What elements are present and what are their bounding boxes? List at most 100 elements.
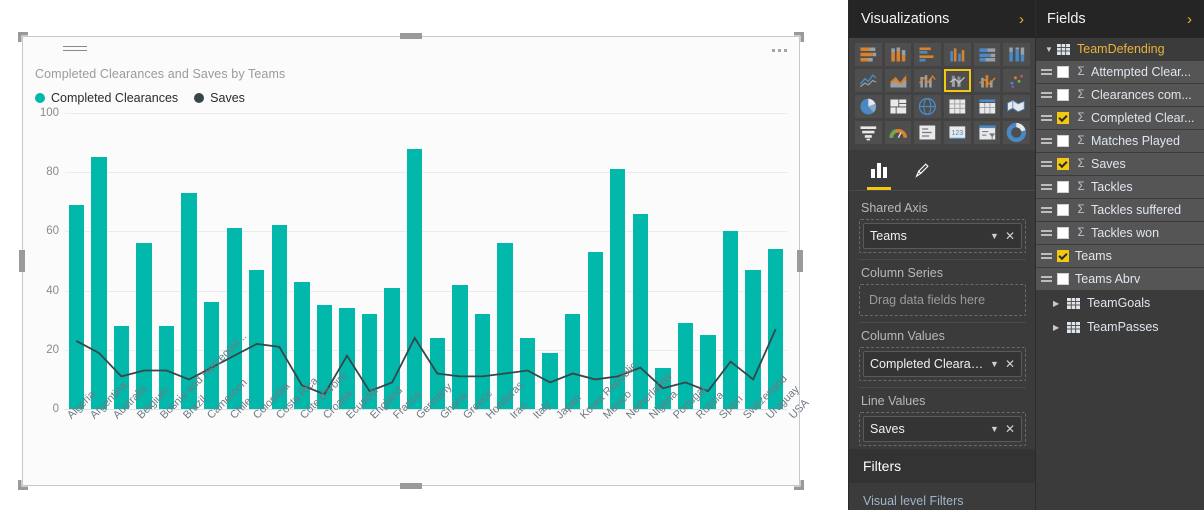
drag-handle-icon[interactable] (1041, 228, 1052, 238)
resize-handle-bottom[interactable] (400, 483, 422, 489)
field-checkbox[interactable] (1057, 135, 1069, 147)
donut-chart-icon[interactable] (1003, 121, 1030, 144)
field-item-saves[interactable]: Σ Saves (1035, 153, 1204, 175)
chevron-right-icon[interactable]: › (1019, 12, 1024, 27)
filters-section-header[interactable]: Filters (849, 449, 1036, 483)
field-checkbox[interactable] (1057, 273, 1069, 285)
stacked-bar-chart-icon[interactable] (855, 43, 882, 66)
clustered-bar-chart-icon[interactable] (914, 43, 941, 66)
visual-level-filters-row[interactable]: Visual level Filters (849, 483, 1036, 510)
field-item-teams-abrv[interactable]: Teams Abrv (1035, 268, 1204, 290)
drag-handle-icon[interactable] (1041, 136, 1052, 146)
field-item-attempted-clear[interactable]: Σ Attempted Clear... (1035, 61, 1204, 83)
tab-fields[interactable] (867, 150, 891, 190)
field-item-tackles-suffered[interactable]: Σ Tackles suffered (1035, 199, 1204, 221)
multi-row-card-icon[interactable]: 123 (943, 121, 971, 144)
field-item-teams[interactable]: Teams (1035, 245, 1204, 267)
100-stacked-bar-chart-icon[interactable] (973, 43, 1001, 66)
sigma-icon: Σ (1077, 66, 1085, 78)
chevron-down-icon[interactable]: ▼ (990, 359, 999, 369)
field-checkbox[interactable] (1057, 227, 1069, 239)
clustered-column-chart-icon[interactable] (943, 43, 971, 66)
map-icon[interactable] (914, 95, 941, 118)
stacked-area-chart-icon[interactable] (914, 69, 941, 92)
area-chart-icon[interactable] (884, 69, 912, 92)
table-name: TeamDefending (1077, 42, 1165, 56)
drag-handle-icon[interactable] (1041, 67, 1052, 77)
sigma-icon: Σ (1077, 112, 1085, 124)
visualization-type-grid[interactable]: 123 (849, 38, 1036, 150)
sigma-icon: Σ (1077, 135, 1085, 147)
field-chip-teams[interactable]: Teams ▼ ✕ (863, 223, 1022, 249)
field-chip-completed-clearances[interactable]: Completed Clearances ▼ ✕ (863, 351, 1022, 377)
well-placeholder: Drag data fields here (869, 293, 986, 307)
scatter-chart-icon[interactable] (1003, 69, 1030, 92)
line-and-clustered-column-chart-icon[interactable] (973, 69, 1001, 92)
remove-field-icon[interactable]: ✕ (1005, 357, 1015, 371)
chevron-right-icon[interactable]: ▶ (1053, 323, 1067, 332)
drag-handle-icon[interactable] (1041, 113, 1052, 123)
field-chip-saves[interactable]: Saves ▼ ✕ (863, 416, 1022, 442)
card-icon[interactable] (914, 121, 941, 144)
drag-handle-icon[interactable] (1041, 274, 1052, 284)
drag-handle-icon[interactable] (1041, 205, 1052, 215)
chevron-down-icon[interactable]: ▼ (990, 424, 999, 434)
field-item-tackles[interactable]: Σ Tackles (1035, 176, 1204, 198)
well-dropzone-shared-axis[interactable]: Teams ▼ ✕ (859, 219, 1026, 253)
field-checkbox[interactable] (1057, 89, 1069, 101)
bar-chart-icon (871, 162, 887, 178)
pie-chart-icon[interactable] (855, 95, 882, 118)
table-header-teamgoals[interactable]: ▶ TeamGoals (1035, 292, 1204, 314)
well-dropzone-line-values[interactable]: Saves ▼ ✕ (859, 412, 1026, 446)
field-item-completed-clear[interactable]: Σ Completed Clear... (1035, 107, 1204, 129)
field-wells[interactable]: Shared Axis Teams ▼ ✕ Column Series Drag data… (849, 191, 1036, 446)
field-item-tackles-won[interactable]: Σ Tackles won (1035, 222, 1204, 244)
resize-handle-top[interactable] (400, 33, 422, 39)
matrix-icon[interactable] (973, 95, 1001, 118)
treemap-icon[interactable] (884, 95, 912, 118)
filled-map-icon[interactable] (1003, 95, 1030, 118)
chevron-down-icon[interactable]: ▼ (990, 231, 999, 241)
resize-handle-right[interactable] (797, 250, 803, 272)
drag-handle-icon[interactable] (1041, 182, 1052, 192)
line-chart-icon[interactable] (855, 69, 882, 92)
visual-level-filters-label: Visual level Filters (863, 494, 964, 508)
field-checkbox[interactable] (1057, 204, 1069, 216)
funnel-icon[interactable] (855, 121, 882, 144)
report-canvas[interactable]: Completed Clearances and Saves by Teams … (0, 0, 848, 510)
field-checkbox[interactable] (1057, 112, 1069, 124)
drag-handle-icon[interactable] (1041, 251, 1052, 261)
fields-list[interactable]: ▼ TeamDefending Σ Attempted Clear... Σ Cleara… (1035, 38, 1204, 338)
visualizations-tabs (849, 150, 1036, 191)
remove-field-icon[interactable]: ✕ (1005, 229, 1015, 243)
field-item-matches-played[interactable]: Σ Matches Played (1035, 130, 1204, 152)
drag-handle-icon[interactable] (1041, 159, 1052, 169)
well-dropzone-column-values[interactable]: Completed Clearances ▼ ✕ (859, 347, 1026, 381)
chevron-right-icon[interactable]: › (1187, 12, 1192, 27)
field-chip-label: Saves (870, 422, 905, 436)
field-checkbox[interactable] (1057, 66, 1069, 78)
slicer-icon[interactable] (973, 121, 1001, 144)
stacked-column-chart-icon[interactable] (884, 43, 912, 66)
gauge-icon[interactable] (884, 121, 912, 144)
field-checkbox[interactable] (1057, 181, 1069, 193)
table-header-teamdefending[interactable]: ▼ TeamDefending (1035, 38, 1204, 60)
table-icon[interactable] (943, 95, 971, 118)
well-dropzone-column-series[interactable]: Drag data fields here (859, 284, 1026, 316)
field-checkbox[interactable] (1057, 250, 1069, 262)
drag-handle-icon[interactable] (1041, 90, 1052, 100)
tab-format[interactable] (913, 150, 930, 190)
remove-field-icon[interactable]: ✕ (1005, 422, 1015, 436)
table-icon (1067, 297, 1080, 309)
100-stacked-column-chart-icon[interactable] (1003, 43, 1030, 66)
resize-handle-left[interactable] (19, 250, 25, 272)
field-checkbox[interactable] (1057, 158, 1069, 170)
well-label-shared-axis: Shared Axis (861, 201, 928, 215)
field-item-clearances-com[interactable]: Σ Clearances com... (1035, 84, 1204, 106)
table-header-teampasses[interactable]: ▶ TeamPasses (1035, 316, 1204, 338)
chevron-right-icon[interactable]: ▶ (1053, 299, 1067, 308)
field-label: Tackles (1091, 180, 1133, 194)
chevron-down-icon[interactable]: ▼ (1045, 45, 1057, 54)
visualizations-pane-header: Visualizations › (849, 0, 1036, 38)
line-and-stacked-column-chart-icon[interactable] (943, 69, 971, 92)
